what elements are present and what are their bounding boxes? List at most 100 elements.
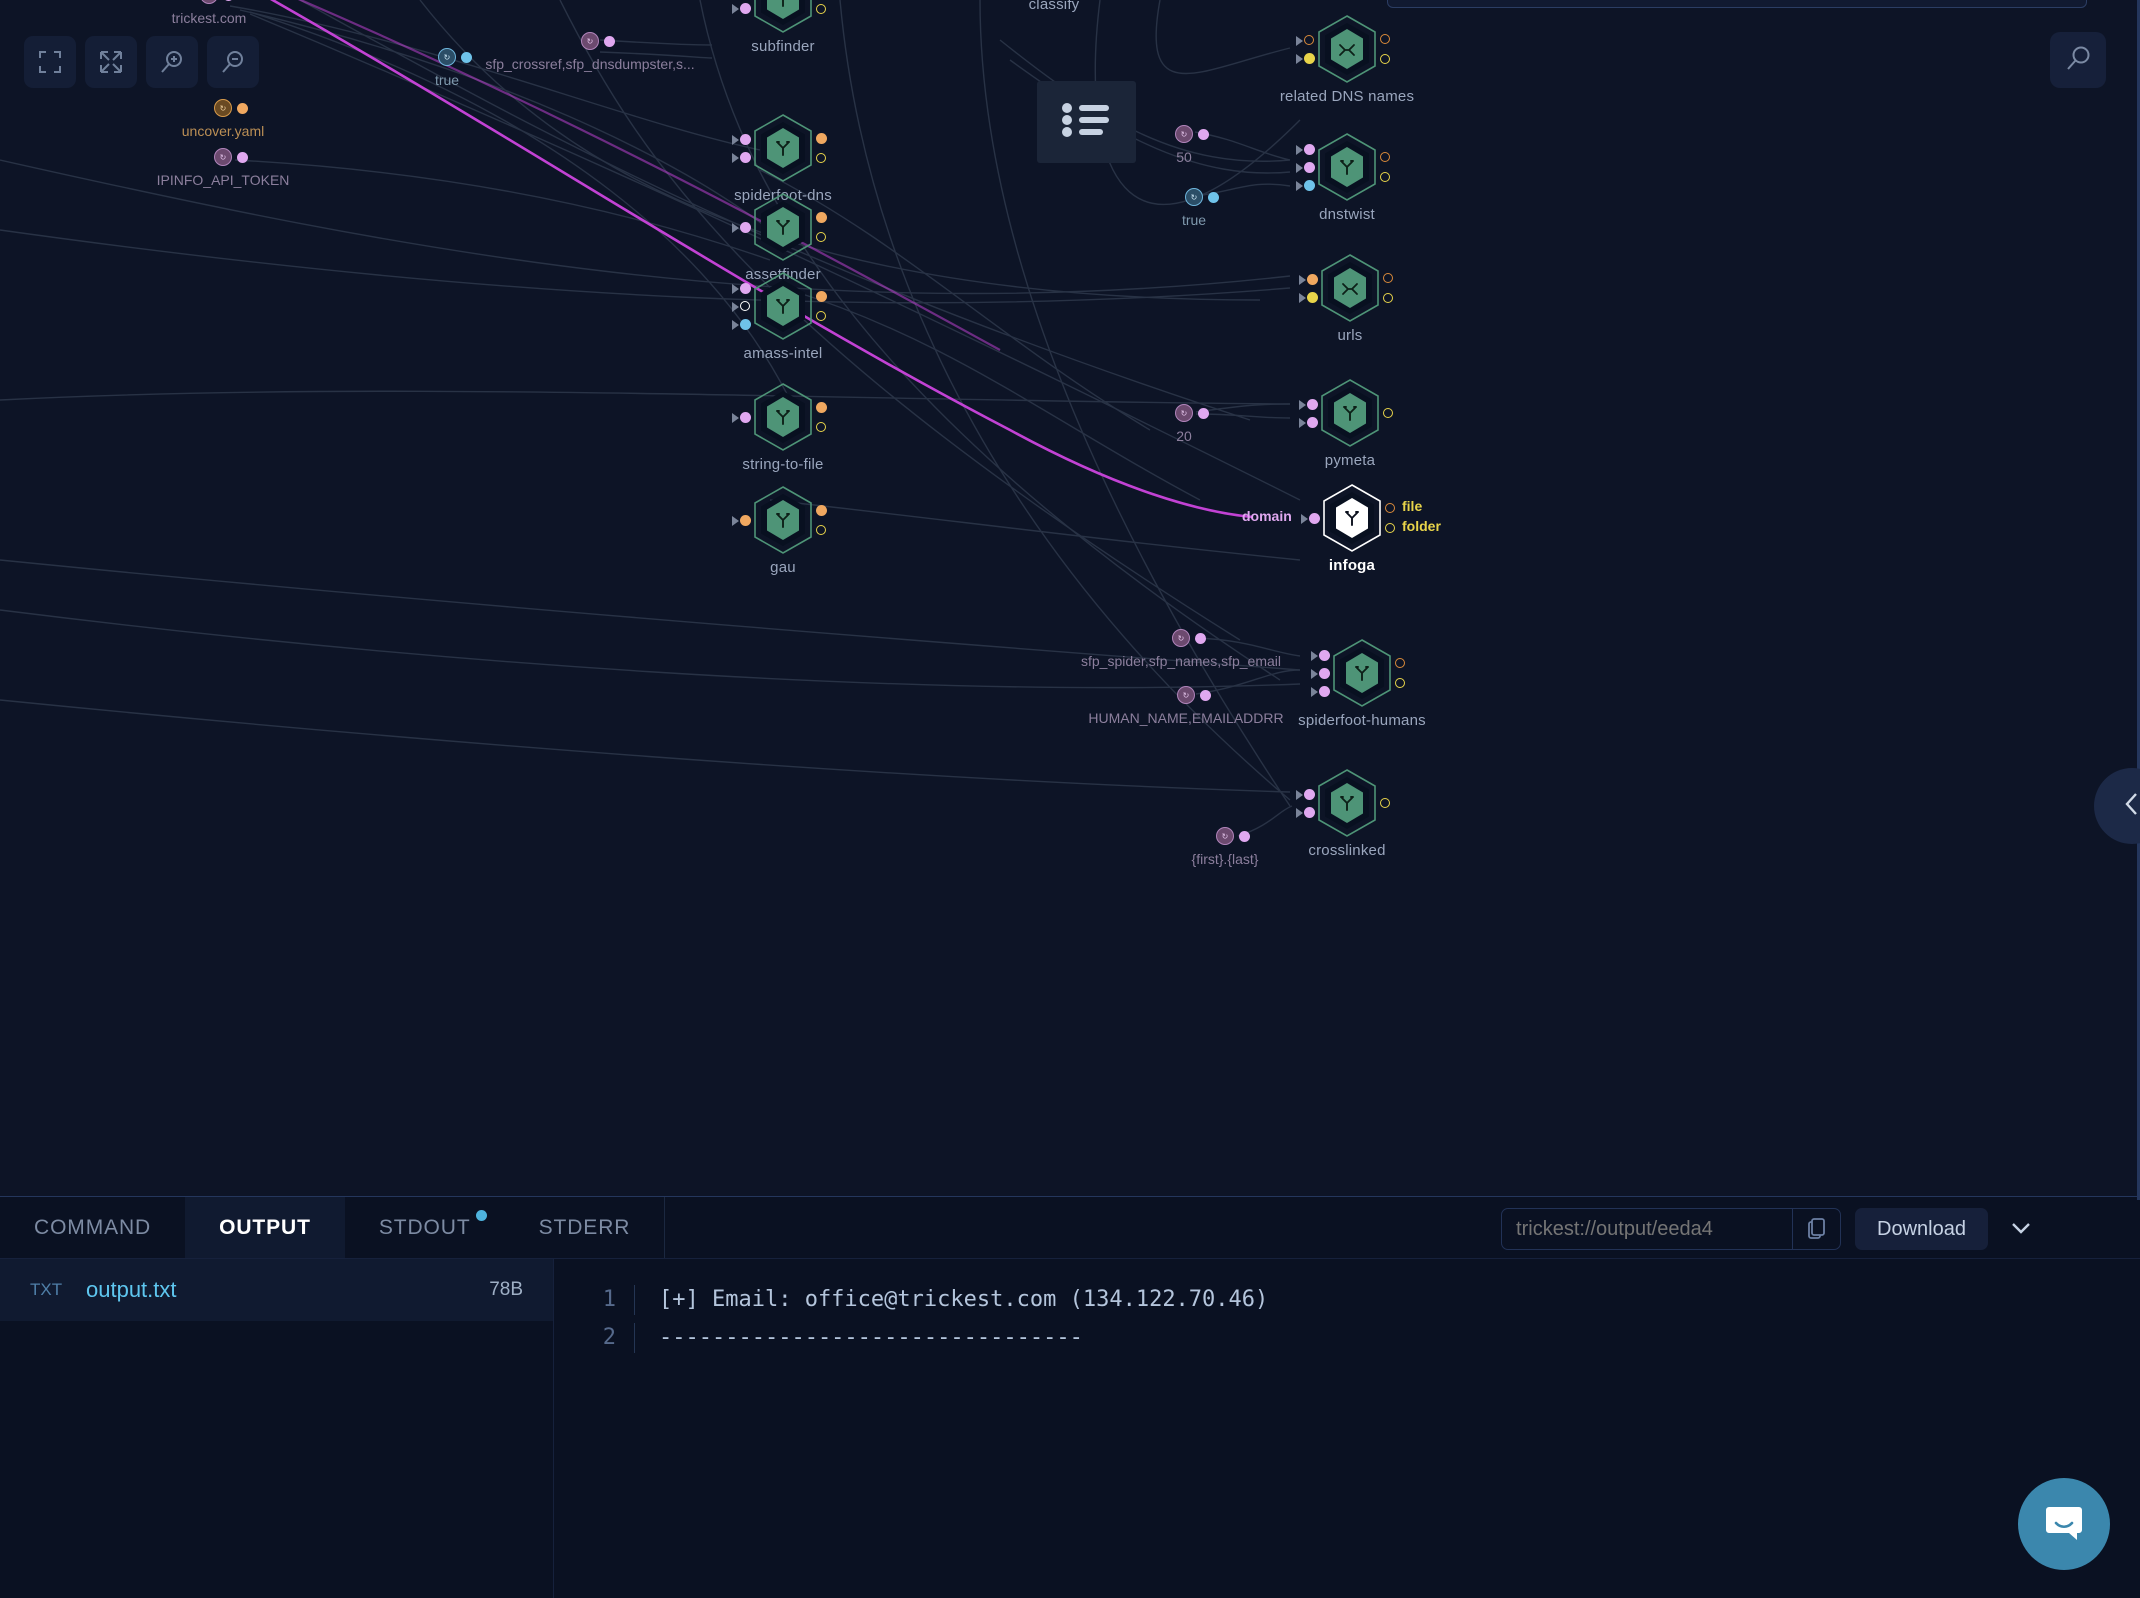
chip-output-port[interactable] bbox=[1239, 831, 1250, 842]
output-port[interactable] bbox=[1385, 503, 1395, 513]
node-hex[interactable] bbox=[751, 192, 815, 262]
node-hex[interactable] bbox=[1315, 132, 1379, 202]
chip-twenty[interactable]: ↻ 20 bbox=[1175, 404, 1209, 444]
input-port[interactable] bbox=[740, 134, 751, 145]
output-port[interactable] bbox=[816, 525, 826, 535]
download-button[interactable]: Download bbox=[1855, 1208, 1988, 1250]
output-port[interactable] bbox=[816, 153, 826, 163]
chip-trickest-com[interactable]: ↻ trickest.com bbox=[172, 0, 246, 26]
chip-first-last[interactable]: ↻ {first}.{last} bbox=[1192, 827, 1258, 867]
chip-output-port[interactable] bbox=[604, 36, 615, 47]
chip-sfp-spider[interactable]: ↻ sfp_spider,sfp_names,sfp_email bbox=[1081, 629, 1281, 669]
output-port[interactable] bbox=[1385, 523, 1395, 533]
input-port[interactable] bbox=[1304, 144, 1315, 155]
output-port[interactable] bbox=[1380, 798, 1390, 808]
node-spiderfoot-dns[interactable]: spiderfoot-dns bbox=[732, 113, 832, 204]
chip-output-port[interactable] bbox=[1200, 690, 1211, 701]
input-port[interactable] bbox=[740, 301, 750, 311]
chip-output-port[interactable] bbox=[1198, 129, 1209, 140]
node-hex[interactable] bbox=[1320, 483, 1384, 553]
input-port[interactable] bbox=[1304, 789, 1315, 800]
node-pymeta[interactable]: pymeta bbox=[1299, 378, 1393, 469]
node-hex[interactable] bbox=[751, 485, 815, 555]
chip-output-port[interactable] bbox=[237, 103, 248, 114]
output-port[interactable] bbox=[816, 4, 826, 14]
chip-output-port[interactable] bbox=[1208, 192, 1219, 203]
node-hex[interactable] bbox=[1315, 14, 1379, 84]
tab-output[interactable]: OUTPUT bbox=[185, 1197, 345, 1258]
file-name-link[interactable]: output.txt bbox=[86, 1277, 489, 1303]
output-port[interactable] bbox=[816, 422, 826, 432]
input-port[interactable] bbox=[1307, 399, 1318, 410]
output-port[interactable] bbox=[816, 291, 827, 302]
input-port[interactable] bbox=[1319, 668, 1330, 679]
zoom-out-button[interactable] bbox=[207, 36, 259, 88]
chip-sfp-crossref[interactable]: ↻ sfp_crossref,sfp_dnsdumpster,s... bbox=[485, 32, 695, 72]
output-port[interactable] bbox=[816, 311, 826, 321]
node-string-to-file[interactable]: string-to-file bbox=[732, 382, 827, 473]
zoom-in-button[interactable] bbox=[146, 36, 198, 88]
node-subfinder[interactable]: subfinder bbox=[732, 0, 826, 55]
input-port[interactable] bbox=[740, 283, 751, 294]
intercom-launcher-button[interactable] bbox=[2018, 1478, 2110, 1570]
node-assetfinder[interactable]: assetfinder bbox=[732, 192, 827, 283]
node-hex[interactable] bbox=[751, 113, 815, 183]
input-port[interactable] bbox=[740, 222, 751, 233]
input-port[interactable] bbox=[1319, 686, 1330, 697]
chip-output-port[interactable] bbox=[461, 52, 472, 63]
output-port[interactable] bbox=[1380, 54, 1390, 64]
chip-output-port[interactable] bbox=[237, 152, 248, 163]
output-port[interactable] bbox=[1395, 658, 1405, 668]
input-port[interactable] bbox=[1309, 513, 1320, 524]
chip-fifty[interactable]: ↻ 50 bbox=[1175, 125, 1209, 165]
input-port[interactable] bbox=[1304, 807, 1315, 818]
input-port[interactable] bbox=[1304, 53, 1315, 64]
node-infoga[interactable]: domain file folder infoga bbox=[1242, 483, 1441, 574]
input-port[interactable] bbox=[740, 412, 751, 423]
node-hex[interactable] bbox=[1318, 378, 1382, 448]
input-port[interactable] bbox=[1307, 274, 1318, 285]
output-port[interactable] bbox=[816, 212, 827, 223]
output-port[interactable] bbox=[1383, 408, 1393, 418]
node-spiderfoot-humans[interactable]: spiderfoot-humans bbox=[1298, 638, 1426, 729]
node-gau[interactable]: gau bbox=[732, 485, 827, 576]
chip-ipinfo-token[interactable]: ↻ IPINFO_API_TOKEN bbox=[157, 148, 289, 188]
input-port[interactable] bbox=[740, 3, 751, 14]
node-amass-intel[interactable]: amass-intel bbox=[732, 271, 827, 362]
input-port[interactable] bbox=[1304, 180, 1315, 191]
chip-uncover-yaml[interactable]: ↻ uncover.yaml bbox=[182, 99, 264, 139]
canvas-search-button[interactable] bbox=[2050, 32, 2106, 88]
file-row[interactable]: TXT output.txt 78B bbox=[0, 1259, 553, 1321]
tab-command[interactable]: COMMAND bbox=[0, 1197, 185, 1258]
node-dnstwist[interactable]: dnstwist bbox=[1296, 132, 1390, 223]
node-hex[interactable] bbox=[751, 382, 815, 452]
chip-true-2[interactable]: ↻ true bbox=[1182, 188, 1219, 228]
input-port[interactable] bbox=[1307, 417, 1318, 428]
output-port[interactable] bbox=[1383, 273, 1393, 283]
node-hex[interactable] bbox=[751, 0, 815, 34]
output-port[interactable] bbox=[1395, 678, 1405, 688]
input-port[interactable] bbox=[1319, 650, 1330, 661]
expand-button[interactable] bbox=[85, 36, 137, 88]
input-port[interactable] bbox=[740, 515, 751, 526]
node-crosslinked[interactable]: crosslinked bbox=[1296, 768, 1390, 859]
tab-stdout[interactable]: STDOUT bbox=[345, 1197, 505, 1258]
output-port[interactable] bbox=[1380, 152, 1390, 162]
node-list-card[interactable] bbox=[1037, 81, 1136, 163]
node-related-dns-names[interactable]: related DNS names bbox=[1280, 14, 1414, 105]
node-hex[interactable] bbox=[1318, 253, 1382, 323]
output-port[interactable] bbox=[816, 505, 827, 516]
chip-human-name[interactable]: ↻ HUMAN_NAME,EMAILADDRR bbox=[1088, 686, 1284, 726]
fit-view-button[interactable] bbox=[24, 36, 76, 88]
node-urls[interactable]: urls bbox=[1299, 253, 1393, 344]
node-hex[interactable] bbox=[1315, 768, 1379, 838]
input-port[interactable] bbox=[740, 319, 751, 330]
input-port[interactable] bbox=[740, 152, 751, 163]
copy-url-button[interactable] bbox=[1792, 1209, 1840, 1249]
download-options-button[interactable] bbox=[2002, 1215, 2040, 1244]
input-port[interactable] bbox=[1304, 35, 1314, 45]
output-port[interactable] bbox=[816, 402, 827, 413]
node-hex[interactable] bbox=[1330, 638, 1394, 708]
workflow-canvas[interactable]: subfinder spiderfoot-dns assetfinder ama… bbox=[0, 0, 2140, 1200]
output-port[interactable] bbox=[1383, 293, 1393, 303]
